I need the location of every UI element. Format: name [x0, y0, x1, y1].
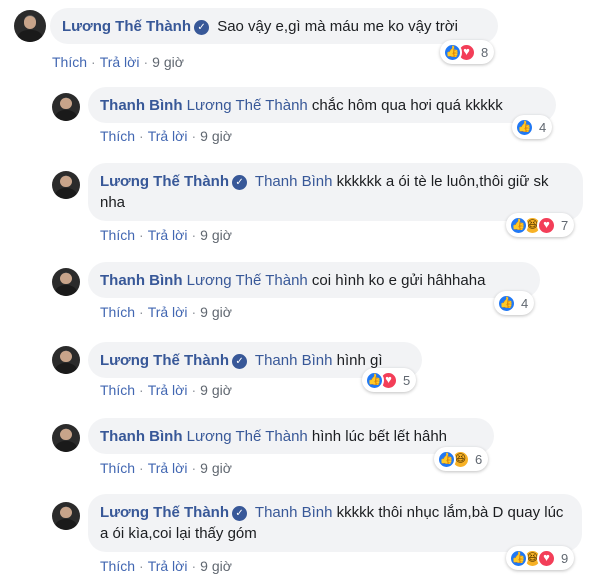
mention-link[interactable]: Thanh Bình [255, 504, 333, 521]
reply-link[interactable]: Trả lời [148, 460, 188, 476]
verified-check-icon: ✓ [232, 175, 248, 190]
avatar[interactable] [14, 10, 46, 42]
comment-time[interactable]: 9 giờ [200, 128, 232, 144]
reaction-summary[interactable]: 👍 ♥ 8 [440, 40, 495, 64]
mention-link[interactable]: Lương Thế Thành [187, 428, 308, 445]
verified-check-icon: ✓ [232, 506, 248, 521]
like-link[interactable]: Thích [100, 558, 135, 574]
avatar[interactable] [52, 171, 80, 199]
comment-5: Thanh Bình Lương Thế Thành hình lúc bết … [0, 418, 600, 488]
mention-link[interactable]: Lương Thế Thành [187, 97, 308, 114]
comment-text: Sao vậy e,gì mà máu me ko vậy trời [217, 18, 458, 35]
comment-author[interactable]: Thanh Bình [100, 428, 183, 445]
reaction-count: 4 [539, 119, 547, 135]
comment-text: hình lúc bết lết hâhh [311, 428, 448, 445]
comment-2: Lương Thế Thành ✓ Thanh Bình kkkkkk a ói … [0, 163, 600, 253]
reaction-count: 5 [403, 372, 411, 388]
comment-time[interactable]: 9 giờ [200, 460, 232, 476]
like-reaction-icon: 👍 [515, 117, 534, 137]
like-reaction-icon: 👍 [509, 215, 528, 235]
reaction-count: 7 [561, 217, 569, 233]
comment-4: Lương Thế Thành ✓ Thanh Bình hình gì 👍 ♥ … [0, 340, 600, 410]
reply-link[interactable]: Trả lời [148, 558, 188, 574]
comment-author[interactable]: Thanh Bình [100, 97, 183, 114]
comment-actions: Thích · Trả lời · 9 giờ [100, 460, 232, 476]
avatar[interactable] [52, 93, 80, 121]
comment-text: chắc hôm qua hơi quá kkkkk [311, 97, 503, 114]
reaction-summary[interactable]: 👍 4 [494, 291, 535, 315]
comment-actions: Thích · Trả lời · 9 giờ [100, 304, 232, 320]
like-link[interactable]: Thích [100, 128, 135, 144]
comment-actions: Thích · Trả lời · 9 giờ [100, 128, 232, 144]
like-link[interactable]: Thích [100, 460, 135, 476]
comment-time[interactable]: 9 giờ [200, 382, 232, 398]
reaction-count: 8 [481, 44, 489, 60]
mention-link[interactable]: Thanh Bình [255, 173, 333, 190]
reaction-count: 4 [521, 295, 529, 311]
verified-check-icon: ✓ [232, 354, 248, 369]
like-link[interactable]: Thích [52, 54, 87, 70]
reply-link[interactable]: Trả lời [148, 128, 188, 144]
comment-bubble: Thanh Bình Lương Thế Thành coi hình ko e… [88, 262, 540, 298]
comment-actions: Thích · Trả lời · 9 giờ [100, 382, 232, 398]
reaction-count: 9 [561, 550, 569, 566]
avatar[interactable] [52, 346, 80, 374]
comment-time[interactable]: 9 giờ [200, 304, 232, 320]
comment-bubble: Thanh Bình Lương Thế Thành chắc hôm qua … [88, 87, 556, 123]
reaction-summary[interactable]: 👍 ♥ 5 [362, 368, 417, 392]
mention-link[interactable]: Lương Thế Thành [187, 272, 308, 289]
reply-link[interactable]: Trả lời [148, 227, 188, 243]
comment-1: Thanh Bình Lương Thế Thành chắc hôm qua … [0, 85, 600, 155]
like-reaction-icon: 👍 [365, 370, 384, 390]
reply-link[interactable]: Trả lời [100, 54, 140, 70]
comment-bubble: Lương Thế Thành ✓ Thanh Bình kkkkk thôi n… [88, 494, 582, 552]
comment-bubble: Thanh Bình Lương Thế Thành hình lúc bết … [88, 418, 494, 454]
avatar[interactable] [52, 502, 80, 530]
like-reaction-icon: 👍 [443, 42, 462, 62]
comment-text: coi hình ko e gửi hâhhaha [311, 272, 486, 289]
avatar[interactable] [52, 424, 80, 452]
comment-actions: Thích · Trả lời · 9 giờ [52, 54, 184, 70]
comment-time[interactable]: 9 giờ [152, 54, 184, 70]
comment-time[interactable]: 9 giờ [200, 558, 232, 574]
avatar[interactable] [52, 268, 80, 296]
reply-link[interactable]: Trả lời [148, 304, 188, 320]
reaction-summary[interactable]: 👍 😆 6 [434, 447, 489, 471]
comment-author[interactable]: Thanh Bình [100, 272, 183, 289]
like-reaction-icon: 👍 [497, 293, 516, 313]
comment-6: Lương Thế Thành ✓ Thanh Bình kkkkk thôi n… [0, 494, 600, 585]
like-reaction-icon: 👍 [437, 449, 456, 469]
comment-3: Thanh Bình Lương Thế Thành coi hình ko e… [0, 262, 600, 332]
comment-author[interactable]: Lương Thế Thành [100, 173, 229, 190]
reaction-count: 6 [475, 451, 483, 467]
comment-actions: Thích · Trả lời · 9 giờ [100, 227, 232, 243]
love-reaction-icon: ♥ [537, 215, 556, 235]
reaction-summary[interactable]: 👍 4 [512, 115, 553, 139]
comment-author[interactable]: Lương Thế Thành [100, 352, 229, 369]
comment-author[interactable]: Lương Thế Thành [62, 18, 191, 35]
verified-check-icon: ✓ [194, 20, 210, 35]
reaction-summary[interactable]: 👍 😆 ♥ 9 [506, 546, 575, 570]
comment-time[interactable]: 9 giờ [200, 227, 232, 243]
love-reaction-icon: ♥ [537, 548, 556, 568]
comment-actions: Thích · Trả lời · 9 giờ [100, 558, 232, 574]
like-link[interactable]: Thích [100, 382, 135, 398]
reply-link[interactable]: Trả lời [148, 382, 188, 398]
comment-text: hình gì [336, 352, 383, 369]
comment-bubble: Lương Thế Thành ✓ Thanh Bình kkkkkk a ói … [88, 163, 583, 221]
like-link[interactable]: Thích [100, 227, 135, 243]
like-link[interactable]: Thích [100, 304, 135, 320]
like-reaction-icon: 👍 [509, 548, 528, 568]
mention-link[interactable]: Thanh Bình [255, 352, 333, 369]
comment-author[interactable]: Lương Thế Thành [100, 504, 229, 521]
comment-bubble: Lương Thế Thành ✓ Sao vậy e,gì mà máu me … [50, 8, 498, 44]
comment-0: Lương Thế Thành ✓ Sao vậy e,gì mà máu me … [0, 0, 600, 75]
reaction-summary[interactable]: 👍 😆 ♥ 7 [506, 213, 575, 237]
